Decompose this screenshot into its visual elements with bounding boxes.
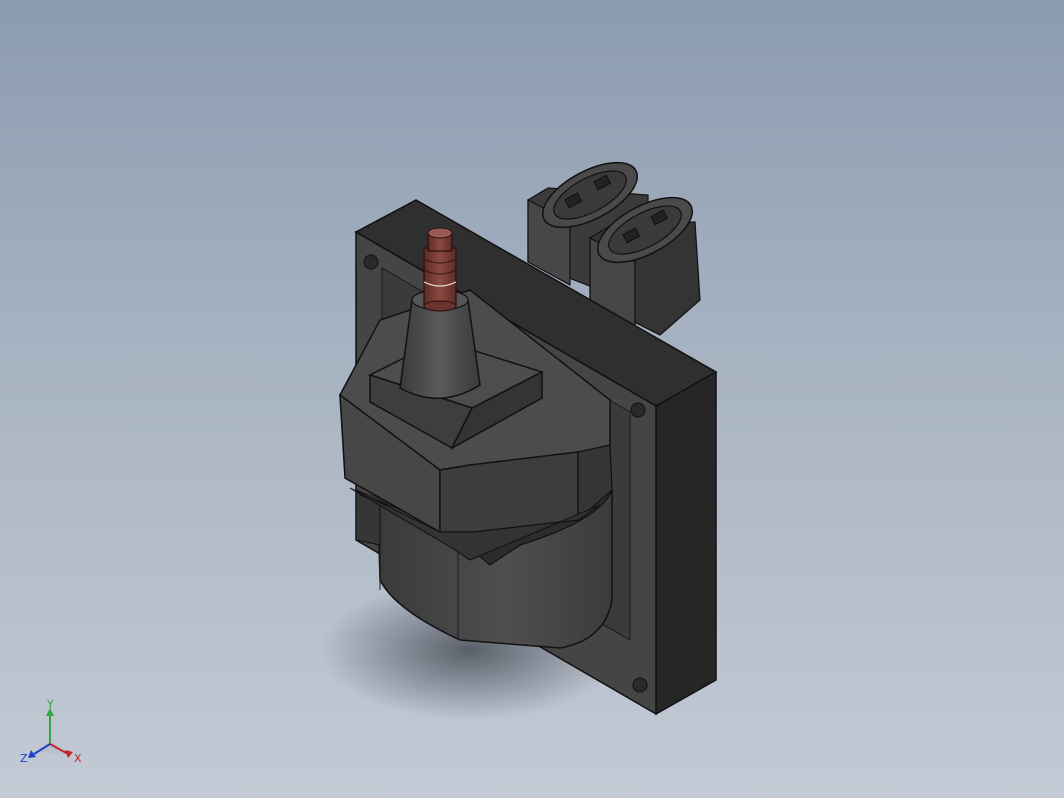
- hv-terminal[interactable]: [423, 227, 457, 312]
- x-axis-label: X: [74, 752, 82, 765]
- orientation-triad[interactable]: Y X Z: [18, 700, 88, 772]
- ignition-coil-model[interactable]: [0, 0, 1064, 798]
- mounting-hole-icon: [363, 254, 379, 270]
- graphics-viewport[interactable]: Y X Z: [0, 0, 1064, 798]
- z-axis-label: Z: [20, 752, 28, 765]
- mounting-hole-icon: [632, 677, 648, 693]
- y-axis-label: Y: [46, 700, 54, 711]
- mounting-hole-icon: [630, 402, 646, 418]
